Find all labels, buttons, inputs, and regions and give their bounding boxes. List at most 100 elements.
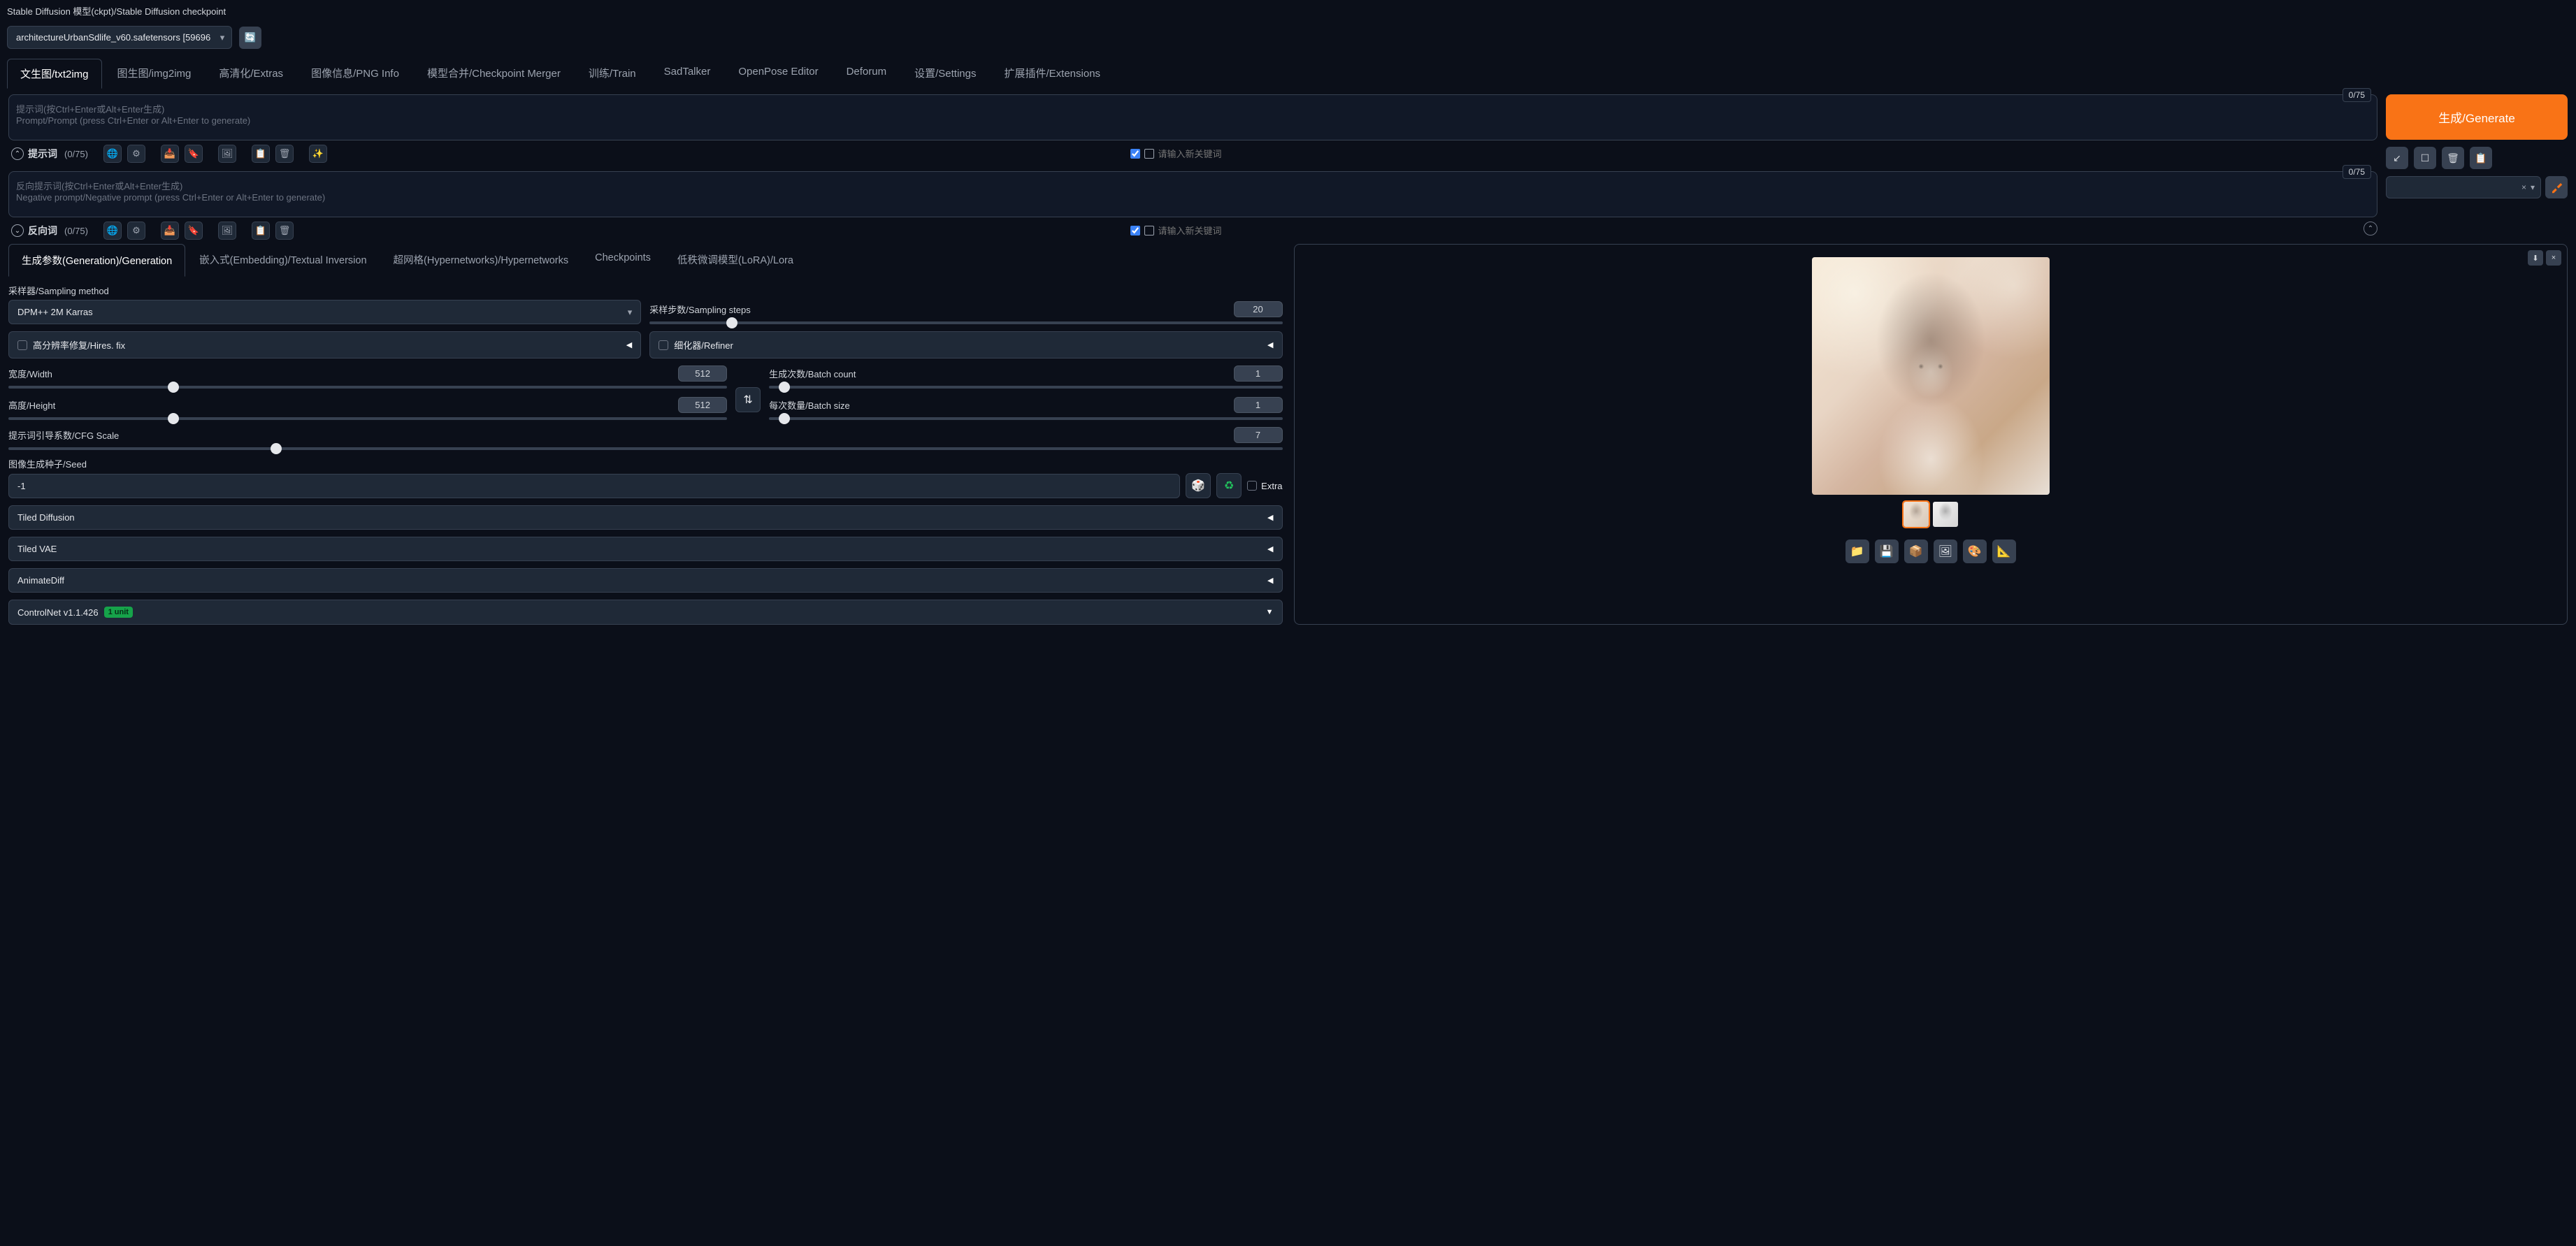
steps-value[interactable]: 20 bbox=[1234, 301, 1283, 317]
batch-size-value[interactable]: 1 bbox=[1234, 397, 1283, 413]
neg-count: (0/75) bbox=[64, 226, 88, 236]
cfg-slider[interactable] bbox=[8, 447, 1283, 450]
controlnet-accordion[interactable]: ControlNet v1.1.4261 unit▼ bbox=[8, 600, 1283, 625]
tab-extensions[interactable]: 扩展插件/Extensions bbox=[992, 59, 1114, 89]
close-icon[interactable]: × bbox=[2546, 250, 2561, 266]
tab-pnginfo[interactable]: 图像信息/PNG Info bbox=[298, 59, 412, 89]
batch-size-slider[interactable] bbox=[769, 417, 1282, 420]
tab-deforum[interactable]: Deforum bbox=[834, 59, 900, 89]
neg-kw-input[interactable] bbox=[1158, 226, 1256, 236]
subtab-checkpoints[interactable]: Checkpoints bbox=[582, 244, 663, 277]
palette-button[interactable]: 🎨 bbox=[1963, 539, 1987, 563]
trash-icon[interactable]: 🗑 bbox=[275, 222, 294, 240]
trash-icon[interactable]: 🗑 bbox=[275, 145, 294, 163]
animatediff-accordion[interactable]: AnimateDiff◀ bbox=[8, 568, 1283, 593]
triangle-left-icon: ◀ bbox=[1267, 544, 1273, 553]
checkpoint-select[interactable]: architectureUrbanSdlife_v60.safetensors … bbox=[7, 26, 232, 49]
panel-collapse-toggle[interactable]: ⌃ bbox=[2363, 222, 2377, 236]
prompt-kw-box-icon[interactable] bbox=[1144, 149, 1154, 159]
square-icon[interactable]: ☐ bbox=[2414, 147, 2436, 169]
output-image[interactable] bbox=[1812, 257, 2050, 495]
prompt-token-counter: 0/75 bbox=[2343, 88, 2371, 102]
height-value[interactable]: 512 bbox=[678, 397, 727, 413]
image-icon[interactable]: 🖼 bbox=[218, 222, 236, 240]
tiled-vae-accordion[interactable]: Tiled VAE◀ bbox=[8, 537, 1283, 561]
gear-icon[interactable]: ⚙ bbox=[127, 145, 145, 163]
globe-icon[interactable]: 🌐 bbox=[103, 222, 122, 240]
neg-collapse-icon[interactable]: ⌄ bbox=[11, 224, 24, 237]
subtab-textual-inversion[interactable]: 嵌入式(Embedding)/Textual Inversion bbox=[187, 244, 379, 277]
batch-size-label: 每次数量/Batch size bbox=[769, 398, 850, 412]
hires-fix-accordion[interactable]: 高分辨率修复/Hires. fix◀ bbox=[8, 331, 641, 358]
neg-kw-checkbox[interactable] bbox=[1130, 226, 1140, 236]
prompt-textarea[interactable]: 0/75 提示词(按Ctrl+Enter或Alt+Enter生成) Prompt… bbox=[8, 94, 2377, 140]
width-value[interactable]: 512 bbox=[678, 365, 727, 382]
ruler-button[interactable]: 📐 bbox=[1992, 539, 2016, 563]
tab-img2img[interactable]: 图生图/img2img bbox=[105, 59, 204, 89]
sampler-select[interactable]: DPM++ 2M Karras bbox=[8, 300, 641, 324]
triangle-left-icon: ◀ bbox=[1267, 340, 1273, 349]
doc-save-icon[interactable]: 🔖 bbox=[185, 222, 203, 240]
tab-txt2img[interactable]: 文生图/txt2img bbox=[7, 59, 102, 89]
extra-checkbox[interactable] bbox=[1247, 481, 1257, 491]
gear-icon[interactable]: ⚙ bbox=[127, 222, 145, 240]
sparkle-icon[interactable]: ✨ bbox=[309, 145, 327, 163]
steps-slider[interactable] bbox=[649, 321, 1282, 324]
cfg-value[interactable]: 7 bbox=[1234, 427, 1283, 443]
refiner-accordion[interactable]: 细化器/Refiner◀ bbox=[649, 331, 1282, 358]
copy-icon[interactable]: 📋 bbox=[252, 222, 270, 240]
download-icon[interactable]: ⬇ bbox=[2528, 250, 2543, 266]
subtab-generation[interactable]: 生成参数(Generation)/Generation bbox=[8, 244, 185, 277]
batch-count-value[interactable]: 1 bbox=[1234, 365, 1283, 382]
x-icon[interactable]: × bbox=[2521, 182, 2526, 192]
clipboard-icon[interactable]: 📋 bbox=[2470, 147, 2492, 169]
seed-reuse-button[interactable]: ♻ bbox=[1216, 473, 1242, 498]
prompt-count: (0/75) bbox=[64, 149, 88, 159]
brush-icon bbox=[2550, 181, 2563, 194]
thumbnail-1[interactable] bbox=[1904, 502, 1929, 527]
copy-icon[interactable]: 📋 bbox=[252, 145, 270, 163]
swap-dims-button[interactable]: ⇅ bbox=[735, 387, 761, 412]
subtab-hypernetworks[interactable]: 超网格(Hypernetworks)/Hypernetworks bbox=[381, 244, 582, 277]
batch-count-slider[interactable] bbox=[769, 386, 1282, 389]
neg-kw-box-icon[interactable] bbox=[1144, 226, 1154, 236]
prompt-collapse-icon[interactable]: ⌃ bbox=[11, 147, 24, 160]
controlnet-unit-badge: 1 unit bbox=[104, 607, 133, 618]
doc-in-icon[interactable]: 📥 bbox=[161, 145, 179, 163]
tab-checkpoint-merger[interactable]: 模型合并/Checkpoint Merger bbox=[415, 59, 573, 89]
prompt-kw-input[interactable] bbox=[1158, 149, 1256, 159]
tab-openpose[interactable]: OpenPose Editor bbox=[726, 59, 830, 89]
open-folder-button[interactable]: 📁 bbox=[1845, 539, 1869, 563]
tiled-diffusion-accordion[interactable]: Tiled Diffusion◀ bbox=[8, 505, 1283, 530]
width-slider[interactable] bbox=[8, 386, 727, 389]
negative-prompt-textarea[interactable]: 0/75 反向提示词(按Ctrl+Enter或Alt+Enter生成) Nega… bbox=[8, 171, 2377, 217]
prompt-kw-checkbox[interactable] bbox=[1130, 149, 1140, 159]
generate-button[interactable]: 生成/Generate bbox=[2386, 94, 2568, 140]
styles-select[interactable]: × ▾ bbox=[2386, 176, 2541, 198]
dropdown-icon[interactable]: ▾ bbox=[2531, 182, 2535, 192]
seed-random-button[interactable]: 🎲 bbox=[1186, 473, 1211, 498]
delete-icon[interactable]: 🗑 bbox=[2442, 147, 2464, 169]
tab-settings[interactable]: 设置/Settings bbox=[902, 59, 988, 89]
seed-input[interactable] bbox=[8, 474, 1180, 498]
tab-extras[interactable]: 高清化/Extras bbox=[206, 59, 296, 89]
send-img-button[interactable]: 🖼 bbox=[1934, 539, 1957, 563]
doc-in-icon[interactable]: 📥 bbox=[161, 222, 179, 240]
refresh-checkpoint-button[interactable]: 🔄 bbox=[239, 27, 261, 49]
brush-button[interactable] bbox=[2545, 176, 2568, 198]
refiner-checkbox[interactable] bbox=[659, 340, 668, 350]
save-button[interactable]: 💾 bbox=[1875, 539, 1899, 563]
thumbnail-2[interactable] bbox=[1933, 502, 1958, 527]
seed-label: 图像生成种子/Seed bbox=[8, 457, 1283, 470]
height-slider[interactable] bbox=[8, 417, 727, 420]
doc-save-icon[interactable]: 🔖 bbox=[185, 145, 203, 163]
hires-checkbox[interactable] bbox=[17, 340, 27, 350]
subtab-lora[interactable]: 低秩微调模型(LoRA)/Lora bbox=[665, 244, 806, 277]
tab-sadtalker[interactable]: SadTalker bbox=[652, 59, 724, 89]
globe-icon[interactable]: 🌐 bbox=[103, 145, 122, 163]
image-icon[interactable]: 🖼 bbox=[218, 145, 236, 163]
tab-train[interactable]: 训练/Train bbox=[576, 59, 649, 89]
zip-button[interactable]: 📦 bbox=[1904, 539, 1928, 563]
arrow-dl-icon[interactable]: ↙ bbox=[2386, 147, 2408, 169]
batch-count-label: 生成次数/Batch count bbox=[769, 367, 856, 380]
